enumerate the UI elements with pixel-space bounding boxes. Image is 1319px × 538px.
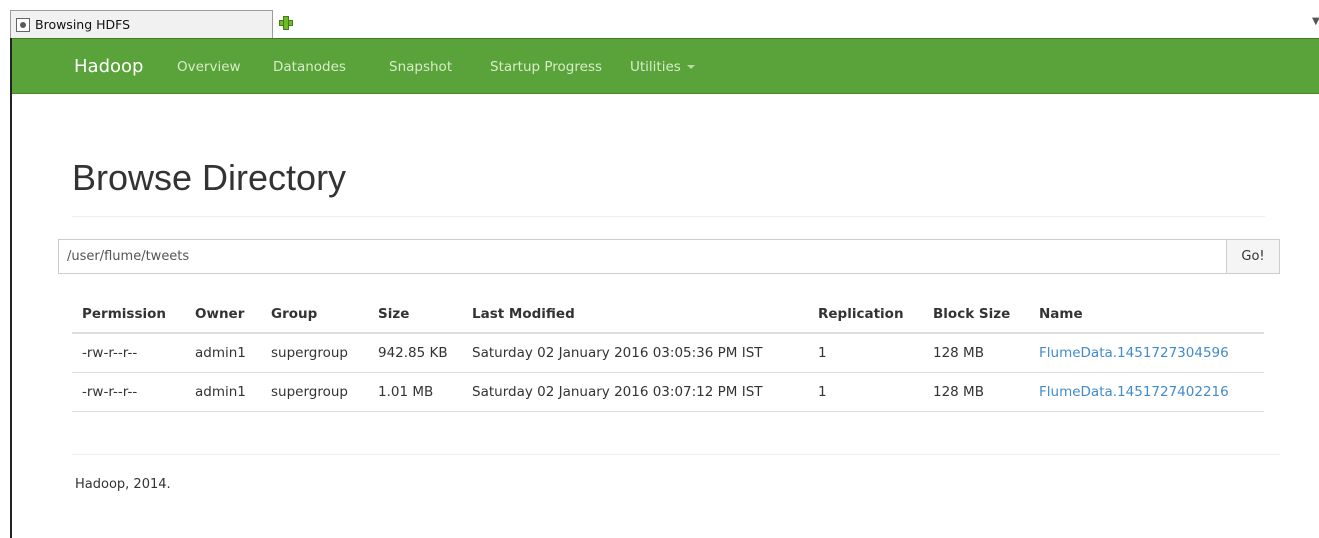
- column-header-size[interactable]: Size: [368, 296, 462, 334]
- nav-item-startup-progress[interactable]: Startup Progress: [490, 59, 602, 75]
- file-link[interactable]: FlumeData.1451727402216: [1039, 384, 1229, 400]
- tab-list-menu-icon[interactable]: ▼: [1312, 16, 1319, 27]
- column-header-permission[interactable]: Permission: [72, 296, 185, 334]
- nav-item-snapshot[interactable]: Snapshot: [389, 59, 452, 75]
- cell-name: FlumeData.1451727402216: [1029, 372, 1264, 412]
- page-title: Browse Directory: [72, 157, 347, 198]
- table-row: -rw-r--r-- admin1 supergroup 1.01 MB Sat…: [72, 372, 1264, 412]
- top-navbar: Hadoop Overview Datanodes Snapshot Start…: [12, 38, 1319, 94]
- cell-block-size: 128 MB: [923, 333, 1029, 373]
- navbar-brand[interactable]: Hadoop: [74, 56, 143, 77]
- column-header-owner[interactable]: Owner: [185, 296, 261, 334]
- table-header-row: Permission Owner Group Size Last Modifie…: [72, 296, 1264, 334]
- cell-replication: 1: [808, 372, 923, 412]
- browser-tab-title: Browsing HDFS: [35, 17, 131, 32]
- column-header-block-size[interactable]: Block Size: [923, 296, 1029, 334]
- cell-last-modified: Saturday 02 January 2016 03:07:12 PM IST: [462, 372, 808, 412]
- footer-text: Hadoop, 2014.: [75, 477, 171, 492]
- directory-path-input[interactable]: [58, 239, 1227, 274]
- file-listing-table: Permission Owner Group Size Last Modifie…: [72, 296, 1264, 412]
- cell-name: FlumeData.1451727304596: [1029, 333, 1264, 373]
- cell-permission: -rw-r--r--: [72, 333, 185, 373]
- cell-last-modified: Saturday 02 January 2016 03:05:36 PM IST: [462, 333, 808, 373]
- column-header-name[interactable]: Name: [1029, 296, 1264, 334]
- nav-item-utilities[interactable]: Utilities: [630, 59, 695, 75]
- cell-group: supergroup: [261, 333, 368, 373]
- column-header-last-modified[interactable]: Last Modified: [462, 296, 808, 334]
- cell-owner: admin1: [185, 333, 261, 373]
- nav-item-utilities-label: Utilities: [630, 59, 681, 75]
- cell-size: 942.85 KB: [368, 333, 462, 373]
- page-favicon-icon: [16, 17, 30, 32]
- go-button[interactable]: Go!: [1226, 239, 1280, 274]
- file-link[interactable]: FlumeData.1451727304596: [1039, 345, 1229, 361]
- footer-divider: [72, 454, 1280, 455]
- table-row: -rw-r--r-- admin1 supergroup 942.85 KB S…: [72, 333, 1264, 373]
- browser-tab-strip: Browsing HDFS ▼: [0, 0, 1319, 38]
- title-divider: [72, 216, 1265, 217]
- chevron-down-icon: [686, 65, 695, 69]
- cell-permission: -rw-r--r--: [72, 372, 185, 412]
- cell-owner: admin1: [185, 372, 261, 412]
- column-header-group[interactable]: Group: [261, 296, 368, 334]
- cell-size: 1.01 MB: [368, 372, 462, 412]
- cell-group: supergroup: [261, 372, 368, 412]
- nav-item-overview[interactable]: Overview: [177, 59, 241, 75]
- nav-item-datanodes[interactable]: Datanodes: [273, 59, 346, 75]
- column-header-replication[interactable]: Replication: [808, 296, 923, 334]
- browser-tab[interactable]: Browsing HDFS: [10, 10, 273, 38]
- new-tab-plus-icon[interactable]: [277, 14, 295, 32]
- cell-block-size: 128 MB: [923, 372, 1029, 412]
- window-frame-edge: [10, 38, 12, 538]
- cell-replication: 1: [808, 333, 923, 373]
